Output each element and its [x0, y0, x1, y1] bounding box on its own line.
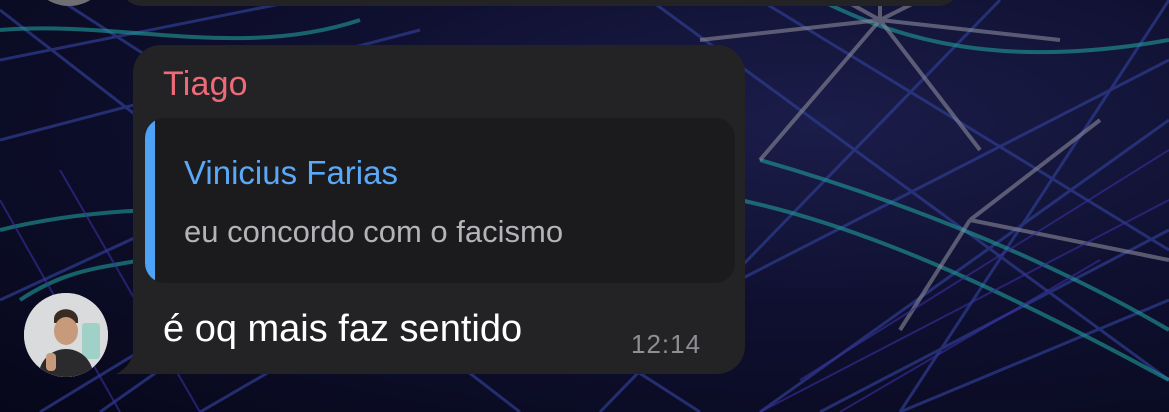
reply-author: Vinicius Farias: [184, 154, 398, 191]
chat-background: Tiago Vinicius Farias eu concordo com o …: [0, 0, 1169, 412]
sender-name[interactable]: Tiago: [163, 65, 248, 104]
reply-preview[interactable]: Vinicius Farias eu concordo com o facism…: [145, 118, 735, 283]
message-timestamp: 12:14: [631, 329, 702, 359]
message-bubble[interactable]: Tiago Vinicius Farias eu concordo com o …: [133, 45, 745, 374]
reply-quoted-text: eu concordo com o facismo: [184, 214, 564, 249]
reply-accent-bar: [145, 118, 155, 283]
message-text: é oq mais faz sentido: [163, 308, 523, 350]
sender-avatar[interactable]: [24, 293, 108, 377]
user-photo-avatar-icon: [24, 293, 108, 377]
previous-message-bubble[interactable]: [120, 0, 960, 6]
